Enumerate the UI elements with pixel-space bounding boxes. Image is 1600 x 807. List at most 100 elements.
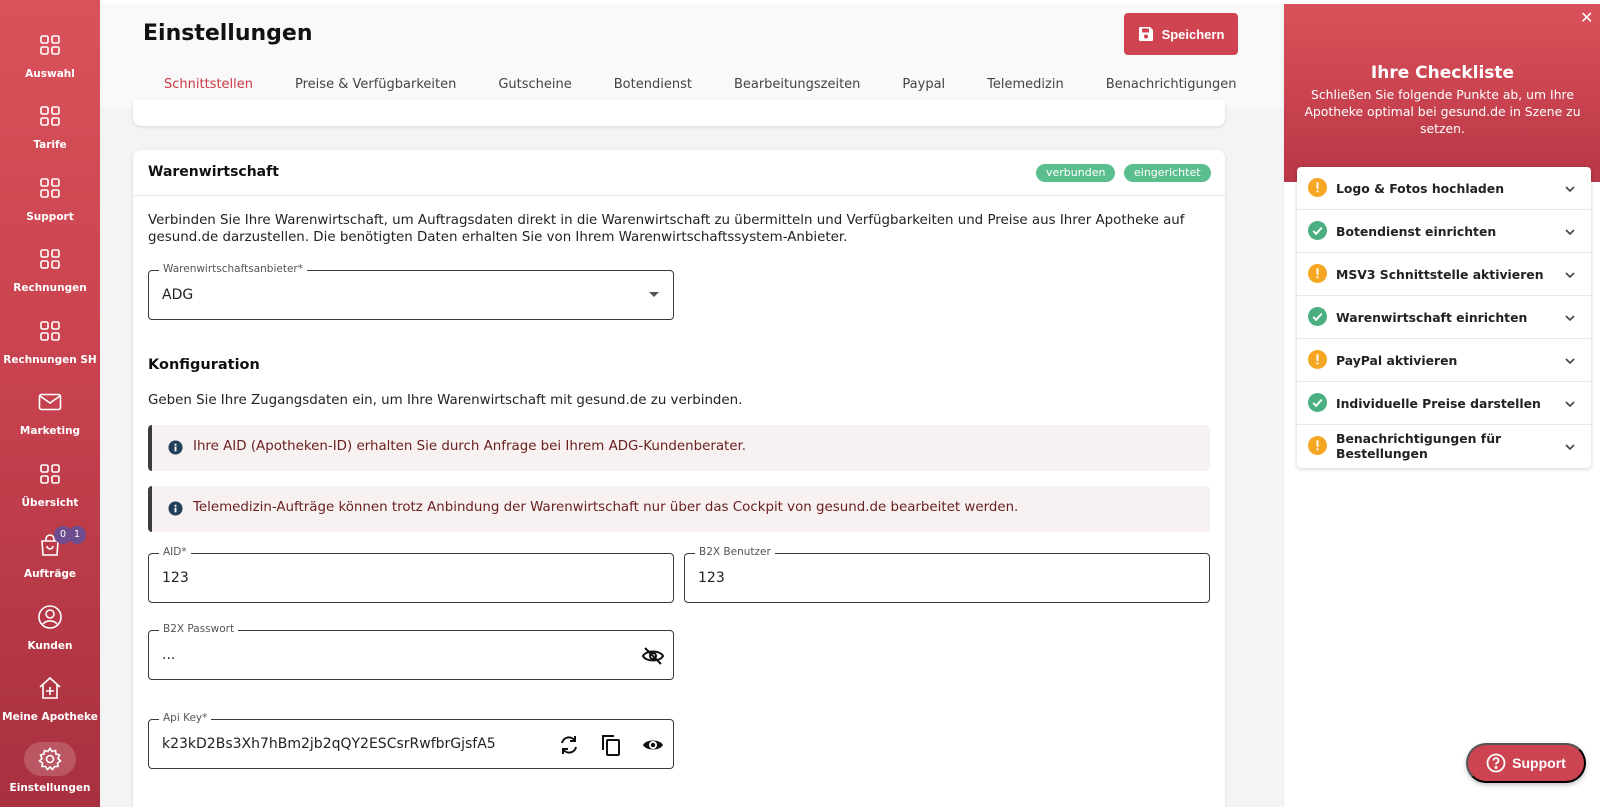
b2x-user-field-value: 123 [698,570,725,586]
aid-field-label: AID* [159,546,191,558]
aid-field-value: 123 [162,570,189,586]
checklist-item-logo-fotos[interactable]: Logo & Fotos hochladen [1297,167,1591,210]
checklist-item-msv3[interactable]: MSV3 Schnittstelle aktivieren [1297,253,1591,296]
close-icon[interactable]: ✕ [1580,8,1593,27]
save-button[interactable]: Speichern [1124,13,1238,55]
dropdown-arrow-icon [649,292,659,297]
checklist-item-preise[interactable]: Individuelle Preise darstellen [1297,382,1591,425]
checklist-item-label: Botendienst einrichten [1336,224,1497,239]
chevron-down-icon [1565,229,1575,236]
page-header: Einstellungen Speichern Schnittstellen P… [100,4,1283,108]
gear-icon [38,747,62,771]
sidebar-item-support[interactable]: Support [0,171,100,239]
sidebar-item-rechnungen-sh[interactable]: Rechnungen SH [0,314,100,382]
konfiguration-heading: Konfiguration [148,357,260,373]
home-plus-icon [39,676,61,699]
b2x-user-field-label: B2X Benutzer [695,546,775,558]
sidebar-item-label: Aufträge [23,568,77,580]
api-key-field-label: Api Key* [159,712,212,724]
sidebar-item-meine-apotheke[interactable]: Meine Apotheke [0,671,100,739]
check-circle-icon [1308,221,1327,240]
api-key-field-value: k23kD2Bs3Xh7hBm2jb2qQY2ESCsrRwfbrGjsfA5 [162,736,496,752]
warning-icon [1308,178,1327,197]
konfiguration-description: Geben Sie Ihre Zugangsdaten ein, um Ihre… [148,393,743,408]
sidebar-item-tarife[interactable]: Tarife [0,99,100,167]
checklist-item-botendienst[interactable]: Botendienst einrichten [1297,210,1591,253]
user-circle-icon [38,605,62,629]
status-badge-verbunden: verbunden [1036,164,1116,182]
checklist-header: ✕ Ihre Checkliste Schließen Sie folgende… [1284,4,1600,182]
status-badge-eingerichtet: eingerichtet [1124,164,1211,182]
save-button-label: Speichern [1161,26,1225,42]
main-content: Einstellungen Speichern Schnittstellen P… [100,4,1283,807]
chevron-down-icon [1565,315,1575,322]
card-title: Warenwirtschaft [148,164,279,180]
sidebar-item-auftraege[interactable]: 0 1 Aufträge [0,526,100,596]
chevron-down-icon [1565,401,1575,408]
sidebar-item-label: Kunden [27,640,73,652]
page-title: Einstellungen [143,21,313,46]
checklist-item-paypal[interactable]: PayPal aktivieren [1297,339,1591,382]
info-alert-telemedizin: Telemedizin-Aufträge können trotz Anbind… [148,486,1210,532]
checklist-item-warenwirtschaft[interactable]: Warenwirtschaft einrichten [1297,296,1591,339]
aid-field[interactable]: AID* 123 [148,546,674,603]
b2x-password-field[interactable]: B2X Passwort ... [148,623,674,680]
checklist-item-label: Warenwirtschaft einrichten [1336,310,1528,325]
sidebar-item-rechnungen[interactable]: Rechnungen [0,242,100,310]
sidebar-item-uebersicht[interactable]: Übersicht [0,457,100,525]
checklist-item-benachrichtigungen[interactable]: Benachrichtigungen für Bestellungen [1297,425,1591,468]
grid-icon [40,249,60,269]
grid-icon [40,464,60,484]
sidebar-item-label: Einstellungen [9,782,91,794]
sidebar-item-label: Übersicht [21,497,79,509]
chevron-down-icon [1565,186,1575,193]
sidebar-item-label: Marketing [19,425,81,437]
sidebar-item-marketing[interactable]: Marketing [0,385,100,453]
grid-icon [40,35,60,55]
mail-icon [38,393,62,411]
checklist-item-label: Individuelle Preise darstellen [1336,396,1541,411]
card-header: Warenwirtschaft verbunden eingerichtet [133,150,1225,196]
refresh-icon[interactable] [557,733,581,757]
check-circle-icon [1308,307,1327,326]
info-icon [168,440,183,455]
warning-icon [1308,264,1327,283]
sidebar-item-label: Rechnungen [13,282,87,294]
eye-icon[interactable] [641,733,665,757]
support-button-label: Support [1512,755,1566,771]
copy-icon[interactable] [599,733,623,757]
checklist-subtitle: Schließen Sie folgende Punkte ab, um Ihr… [1304,87,1581,136]
warning-icon [1308,350,1327,369]
sidebar-item-label: Rechnungen SH [3,354,97,366]
sidebar-item-label: Auswahl [25,68,75,80]
info-alert-text: Telemedizin-Aufträge können trotz Anbind… [193,500,1019,515]
checklist-panel: ✕ Ihre Checkliste Schließen Sie folgende… [1283,4,1600,807]
help-icon [1486,753,1506,773]
eye-off-icon[interactable] [641,644,665,668]
b2x-password-field-value: ... [162,647,176,663]
b2x-user-field[interactable]: B2X Benutzer 123 [684,546,1210,603]
api-key-field[interactable]: Api Key* k23kD2Bs3Xh7hBm2jb2qQY2ESCsrRwf… [148,712,674,769]
check-circle-icon [1308,393,1327,412]
sidebar-item-label: Meine Apotheke [2,711,98,723]
grid-icon [40,178,60,198]
save-icon [1138,27,1153,41]
support-button[interactable]: Support [1466,743,1586,783]
chevron-down-icon [1565,358,1575,365]
grid-icon [40,106,60,126]
checklist-item-label: PayPal aktivieren [1336,353,1458,368]
info-alert-text: Ihre AID (Apotheken-ID) erhalten Sie dur… [193,439,747,454]
sidebar-item-einstellungen[interactable]: Einstellungen [0,742,100,807]
card-description: Verbinden Sie Ihre Warenwirtschaft, um A… [148,213,1185,245]
sidebar-item-auswahl[interactable]: Auswahl [0,28,100,96]
provider-select[interactable]: Warenwirtschaftsanbieter* ADG [148,263,674,320]
chevron-down-icon [1565,272,1575,279]
warenwirtschaft-card: Warenwirtschaft verbunden eingerichtet V… [133,150,1225,807]
checklist-item-label: Benachrichtigungen für Bestellungen [1336,431,1502,461]
sidebar-item-label: Tarife [33,139,67,151]
sidebar-item-kunden[interactable]: Kunden [0,600,100,668]
info-alert-aid: Ihre AID (Apotheken-ID) erhalten Sie dur… [148,425,1210,471]
warning-icon [1308,436,1327,455]
grid-icon [40,321,60,341]
info-icon [168,501,183,516]
